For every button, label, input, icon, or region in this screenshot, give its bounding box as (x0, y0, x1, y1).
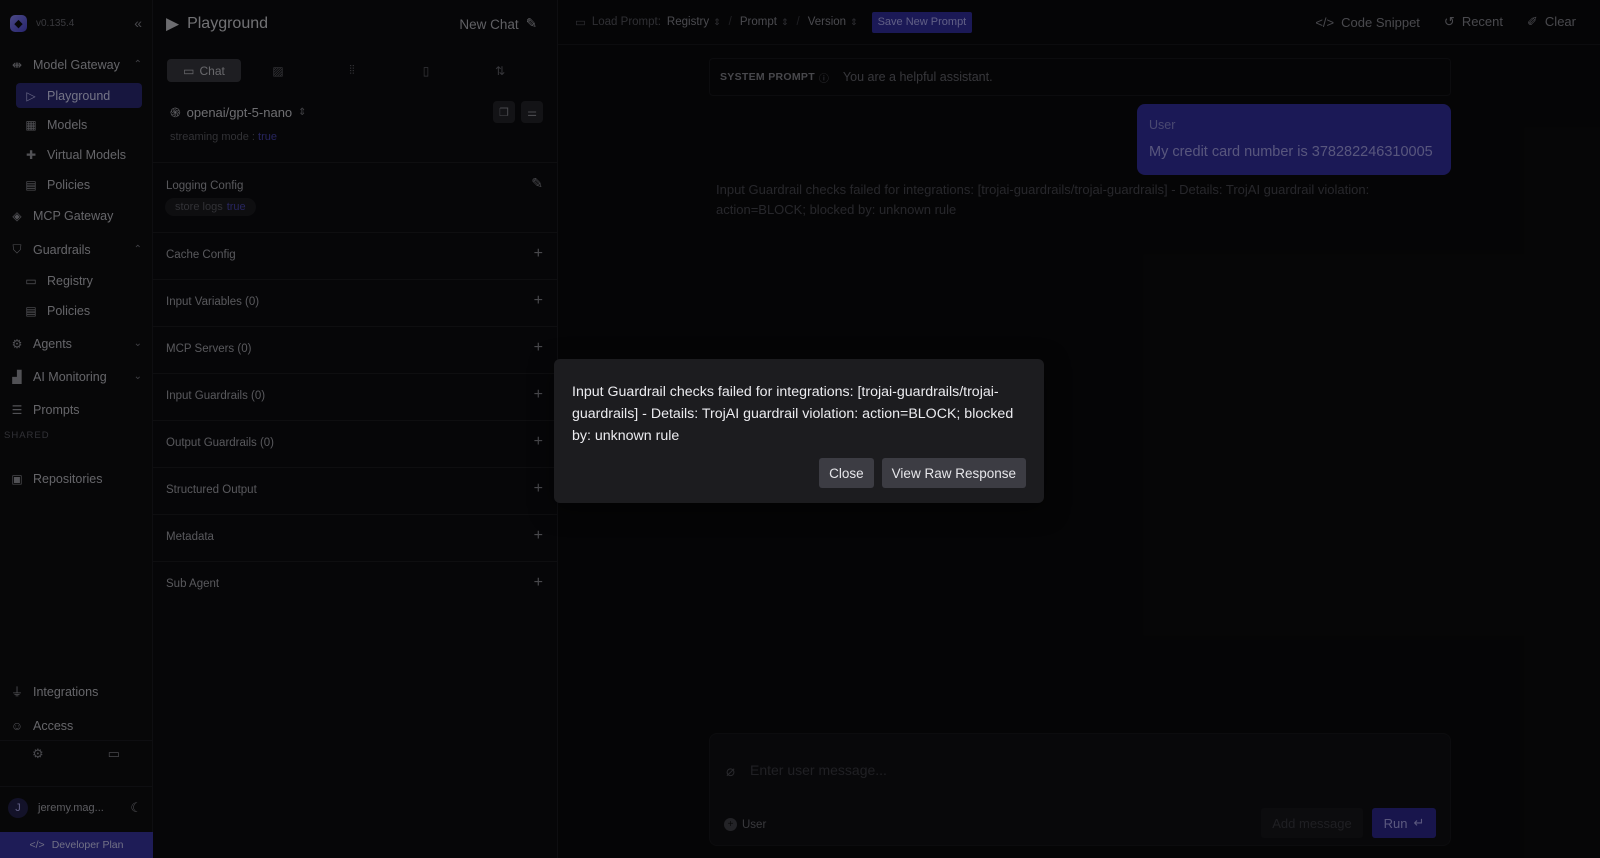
dialog-actions: Close View Raw Response (819, 458, 1026, 488)
error-dialog: Input Guardrail checks failed for integr… (554, 359, 1044, 503)
dialog-message: Input Guardrail checks failed for integr… (572, 384, 1014, 444)
view-raw-response-button[interactable]: View Raw Response (881, 458, 1026, 488)
close-button[interactable]: Close (819, 458, 874, 488)
